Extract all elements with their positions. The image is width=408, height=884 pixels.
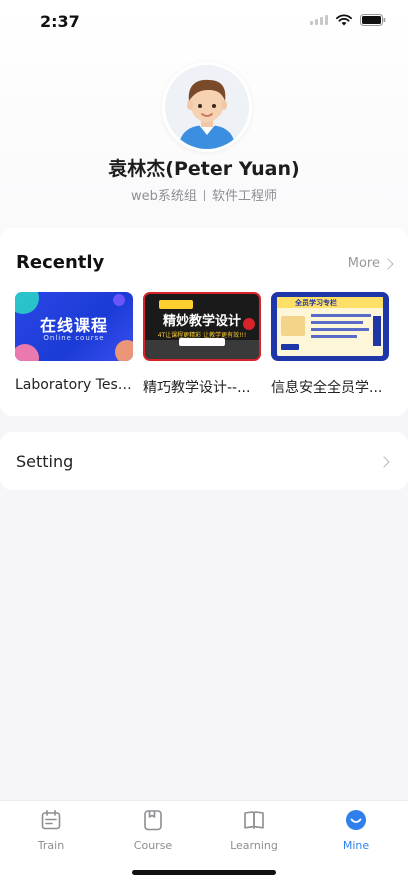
avatar-illustration-icon <box>165 65 249 149</box>
status-icons <box>310 14 386 26</box>
thumbnail-subtext: 4T让课程更精彩 让教学更有效!!! <box>157 332 247 339</box>
tab-label: Mine <box>342 839 370 852</box>
mine-icon <box>316 808 396 832</box>
book-icon <box>214 808 294 832</box>
course-title: Laboratory Testi... <box>15 377 133 393</box>
thumbnail-text: 在线课程 <box>39 316 108 335</box>
profile-name: 袁林杰(Peter Yuan) <box>108 158 300 180</box>
tab-label: Learning <box>230 839 278 852</box>
avatar[interactable] <box>162 62 252 152</box>
course-thumbnail: 精妙教学设计 4T让课程更精彩 让教学更有效!!! <box>143 292 261 361</box>
battery-icon <box>360 14 386 26</box>
more-link[interactable]: More <box>347 256 394 271</box>
thumbnail-text: 全员学习专栏 <box>295 299 337 307</box>
course-thumbnail: 全员学习专栏 <box>271 292 389 361</box>
course-item[interactable]: 精妙教学设计 4T让课程更精彩 让教学更有效!!! 精巧教学设计--... <box>143 292 261 397</box>
profile-subtitle: web系统组 软件工程师 <box>0 185 408 204</box>
course-thumbnail: 在线课程 Online course <box>15 292 133 361</box>
wifi-icon <box>336 14 352 26</box>
tab-learning[interactable]: Learning <box>214 808 294 852</box>
tab-course[interactable]: Course <box>113 808 193 852</box>
status-time: 2:37 <box>40 12 80 31</box>
tab-train[interactable]: Train <box>11 808 91 852</box>
tab-mine[interactable]: Mine <box>316 808 396 852</box>
tab-label: Train <box>37 839 65 852</box>
setting-label: Setting <box>16 452 74 471</box>
divider <box>203 190 205 201</box>
course-icon <box>113 808 193 832</box>
course-item[interactable]: 在线课程 Online course Laboratory Testi... <box>15 292 133 393</box>
recently-card: Recently More 在线课程 Online course Laborat… <box>0 228 408 416</box>
more-label: More <box>347 256 380 271</box>
chevron-right-icon <box>378 456 390 468</box>
course-item[interactable]: 全员学习专栏 信息安全全员学... <box>271 292 389 397</box>
profile-department: web系统组 <box>131 189 197 204</box>
status-bar: 2:37 <box>0 0 408 44</box>
tab-label: Course <box>133 839 173 852</box>
thumbnail-subtext: Online course <box>43 334 105 342</box>
recently-title: Recently <box>16 252 105 273</box>
course-title: 精巧教学设计--... <box>143 380 251 396</box>
signal-icon <box>310 15 328 25</box>
setting-row[interactable]: Setting <box>0 432 408 490</box>
home-indicator <box>132 870 276 875</box>
chevron-right-icon <box>382 257 394 270</box>
thumbnail-text: 精妙教学设计 <box>162 314 241 329</box>
calendar-icon <box>11 808 91 832</box>
profile-position: 软件工程师 <box>211 189 277 204</box>
course-title: 信息安全全员学... <box>271 380 383 396</box>
